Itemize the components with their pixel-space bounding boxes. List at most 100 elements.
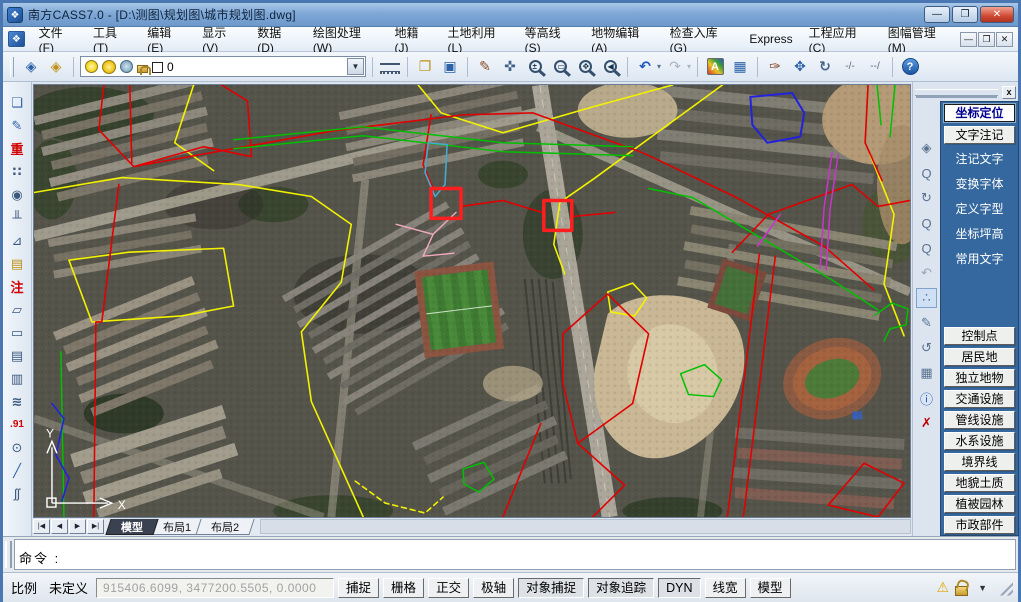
refresh-icon[interactable]: ↺ [916, 338, 937, 358]
rotate-icon[interactable]: ↻ [814, 56, 836, 78]
toggle-dyn[interactable]: DYN [658, 578, 700, 598]
dock-grip[interactable] [915, 89, 998, 96]
command-input-area[interactable]: 命令 : [14, 539, 1016, 570]
horizontal-scrollbar[interactable] [260, 519, 911, 534]
menu-item-pipeline[interactable]: 管线设施 [944, 411, 1015, 429]
toggle-ortho[interactable]: 正交 [428, 578, 469, 598]
menu-item-boundary[interactable]: 境界线 [944, 453, 1015, 471]
menu-item-common-text[interactable]: 常用文字 [944, 251, 1015, 269]
undo-dropdown-icon[interactable]: ▾ [657, 62, 661, 71]
document-icon[interactable]: ❖ [8, 31, 25, 47]
zoom-previous-icon[interactable]: ◀ [599, 56, 621, 78]
save-icon[interactable]: ▣ [439, 56, 461, 78]
menu-item-water-system[interactable]: 水系设施 [944, 432, 1015, 450]
edit-area-icon[interactable]: ✎ [916, 313, 937, 333]
view-camera-icon[interactable]: ◉ [5, 184, 29, 205]
menu-item-define-style[interactable]: 定义字型 [944, 201, 1015, 219]
toggle-model[interactable]: 模型 [750, 578, 791, 598]
pan-icon[interactable]: ✜ [499, 56, 521, 78]
menu-item-coord-elevation[interactable]: 坐标坪高 [944, 226, 1015, 244]
info-icon[interactable]: ⓘ [916, 388, 937, 408]
toggle-osnap[interactable]: 对象捕捉 [518, 578, 584, 598]
delete-icon[interactable]: ✗ [916, 413, 937, 433]
help-icon[interactable]: ? [899, 56, 921, 78]
combo-dropdown-icon[interactable]: ▼ [347, 58, 364, 75]
layers-icon[interactable]: ◈ [916, 138, 937, 158]
road-curve-icon[interactable]: ≋ [5, 391, 29, 412]
menu-express[interactable]: Express [741, 29, 800, 49]
menu-item-residential[interactable]: 居民地 [944, 348, 1015, 366]
dock-close-icon[interactable]: x [1002, 86, 1016, 99]
redo-dropdown-icon[interactable]: ▾ [687, 62, 691, 71]
tab-first-icon[interactable]: |◀ [33, 519, 50, 534]
toggle-grid[interactable]: 栅格 [383, 578, 424, 598]
graph-query-icon[interactable]: ⊿ [5, 230, 29, 251]
toggle-otrack[interactable]: 对象追踪 [588, 578, 654, 598]
tab-last-icon[interactable]: ▶| [87, 519, 104, 534]
freehand-curve-icon[interactable]: ʃʃ [5, 483, 29, 504]
mdi-close-button[interactable]: ✕ [996, 32, 1013, 47]
menu-item-coordinate-locate[interactable]: 坐标定位 [944, 104, 1015, 122]
text-style-icon[interactable]: A [704, 56, 726, 78]
undo-view-icon[interactable]: ↶ [916, 263, 937, 283]
rectangle-icon[interactable]: ▭ [5, 322, 29, 343]
control-point-icon[interactable]: ⊙ [5, 437, 29, 458]
move-icon[interactable]: ✥ [789, 56, 811, 78]
building-grid-icon[interactable]: ▥ [5, 368, 29, 389]
slope-line-icon[interactable]: ╱ [5, 460, 29, 481]
point-display-icon[interactable]: ∴ [916, 288, 937, 308]
command-grip[interactable] [5, 541, 12, 568]
close-button[interactable]: ✕ [980, 6, 1014, 23]
tab-layout2[interactable]: 布局2 [196, 519, 255, 535]
menu-item-control-point[interactable]: 控制点 [944, 327, 1015, 345]
layer-previous-icon[interactable]: ◈ [45, 56, 67, 78]
zoom-window-icon[interactable]: ▭ [549, 56, 571, 78]
layer-combobox[interactable]: 0 ▼ [80, 56, 366, 77]
zoom-realtime-icon[interactable]: ± [524, 56, 546, 78]
open-icon[interactable]: ❐ [414, 56, 436, 78]
orbit-icon[interactable]: ↻ [916, 188, 937, 208]
undo-icon[interactable]: ↶ [634, 56, 656, 78]
draw-pencil-icon[interactable]: ✎ [474, 56, 496, 78]
unlock-icon[interactable] [955, 586, 968, 596]
tab-prev-icon[interactable]: ◀ [51, 519, 68, 534]
toggle-lineweight[interactable]: 线宽 [705, 578, 746, 598]
building-row-icon[interactable]: ▤ [5, 345, 29, 366]
redraw-icon[interactable]: 重 [5, 138, 29, 159]
communication-warning-icon[interactable]: ⚠ [937, 579, 950, 596]
draw-symbol-icon[interactable]: ❏ [5, 92, 29, 113]
ruler-icon[interactable]: ▤ [5, 253, 29, 274]
menu-item-text-annotation[interactable]: 文字注记 [944, 126, 1015, 144]
menu-item-transport[interactable]: 交通设施 [944, 390, 1015, 408]
toggle-polar[interactable]: 极轴 [473, 578, 514, 598]
mdi-restore-button[interactable]: ❐ [978, 32, 995, 47]
menu-item-vegetation[interactable]: 植被园林 [944, 495, 1015, 513]
menu-item-annotate-text[interactable]: 注记文字 [944, 151, 1015, 169]
edit-symbol-icon[interactable]: ✎ [5, 115, 29, 136]
map-viewport[interactable]: Y X [33, 84, 911, 518]
redo-icon[interactable]: ↷ [664, 56, 686, 78]
stakeout-icon[interactable]: ╨ [5, 207, 29, 228]
tab-next-icon[interactable]: ▶ [69, 519, 86, 534]
zoom-window-icon[interactable]: Q [916, 213, 937, 233]
tab-model[interactable]: 模型 [105, 519, 158, 535]
layer-manager-icon[interactable]: ◈ [20, 56, 42, 78]
menu-item-change-font[interactable]: 变换字体 [944, 176, 1015, 194]
toolbar-grip[interactable] [10, 57, 14, 77]
zoom-object-icon[interactable]: Q [916, 163, 937, 183]
menu-item-independent-feature[interactable]: 独立地物 [944, 369, 1015, 387]
break-icon[interactable]: --/ [864, 56, 886, 78]
break-at-point-icon[interactable]: -/- [839, 56, 861, 78]
match-properties-icon[interactable]: ✑ [764, 56, 786, 78]
linetype-icon[interactable] [379, 56, 401, 78]
attribute-table-icon[interactable]: ▦ [916, 363, 937, 383]
annotate-icon[interactable]: 注 [5, 276, 29, 297]
zoom-center-icon[interactable]: Q [916, 238, 937, 258]
elevation-point-icon[interactable]: .91 [5, 414, 29, 435]
status-dropdown-icon[interactable]: ▼ [978, 583, 987, 593]
menu-item-municipal-parts[interactable]: 市政部件 [944, 516, 1015, 534]
polygon-icon[interactable]: ▱ [5, 299, 29, 320]
zoom-extents-icon[interactable]: ✥ [574, 56, 596, 78]
symbol-grid-icon[interactable]: ∷ [5, 161, 29, 182]
menu-item-landform[interactable]: 地貌土质 [944, 474, 1015, 492]
